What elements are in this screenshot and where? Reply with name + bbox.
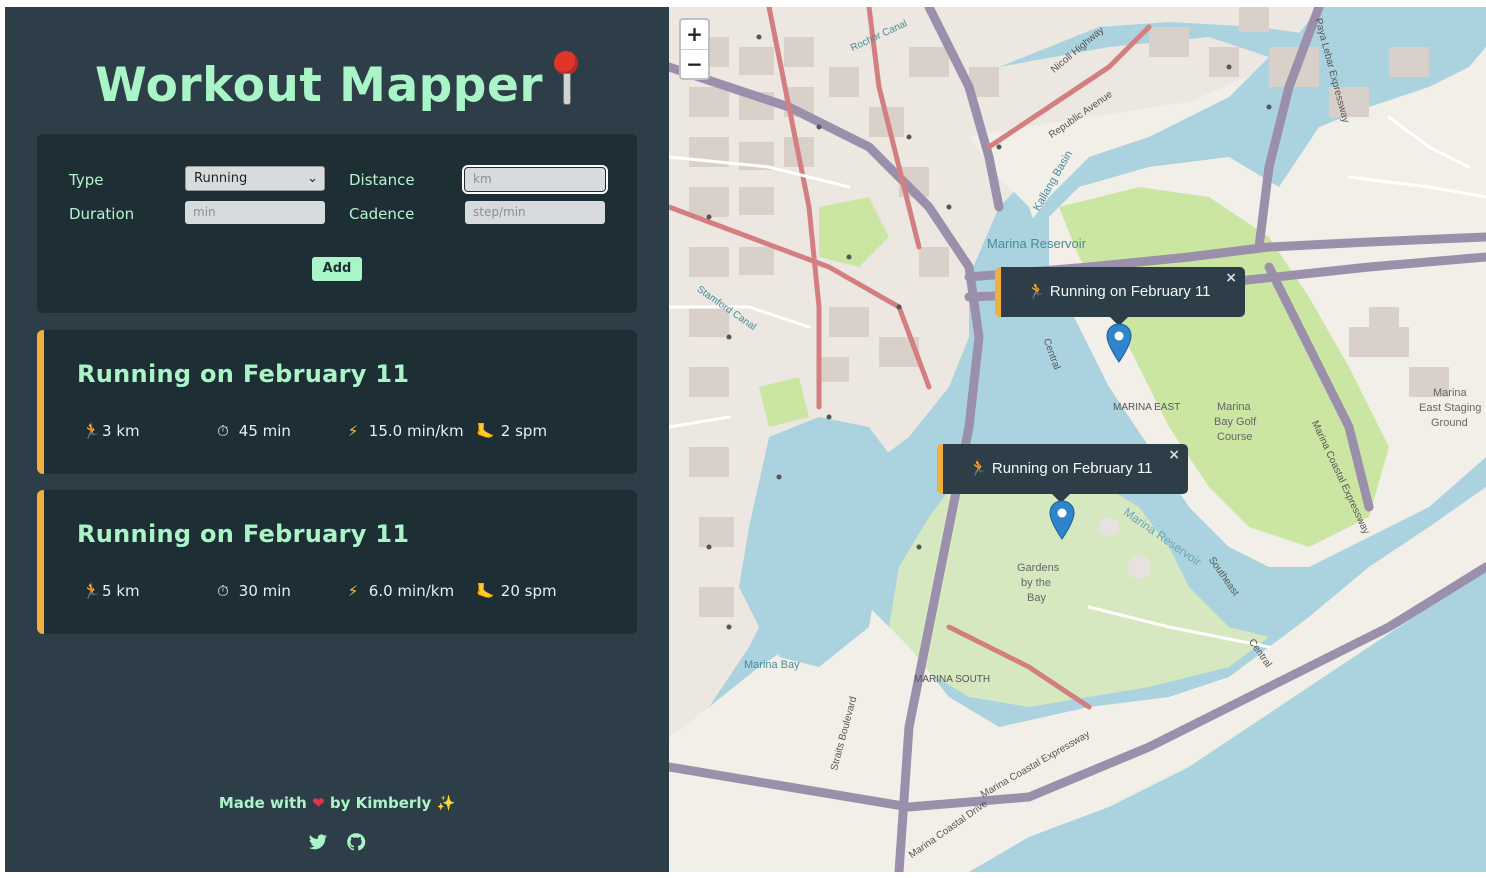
runner-icon: 🏃 <box>969 460 988 477</box>
map-label: MARINA EAST <box>1113 402 1181 413</box>
duration-input[interactable] <box>185 201 325 224</box>
add-button[interactable]: Add <box>312 257 362 281</box>
runner-icon: 🏃 <box>82 422 101 440</box>
twitter-icon[interactable] <box>308 832 328 852</box>
workout-distance: 🏃5 km <box>82 582 140 600</box>
workout-card[interactable]: Running on February 11 🏃3 km ⏱ 45 min ⚡ … <box>37 330 637 474</box>
close-icon[interactable]: × <box>1168 447 1180 463</box>
map-label: Bay <box>1027 592 1046 604</box>
map-marker-icon[interactable] <box>1106 323 1132 363</box>
type-select-value: Running <box>194 171 248 186</box>
workout-duration: ⏱ 30 min <box>214 582 291 600</box>
map-label: MARINA SOUTH <box>914 674 991 685</box>
popup-text: 🏃 Running on February 11 <box>1027 283 1211 300</box>
footprint-icon: 🦶 <box>476 582 495 600</box>
heart-icon: ❤ <box>312 794 325 812</box>
sidebar: Workout Mapper Type Running ⌄ Distance D… <box>5 7 669 872</box>
distance-input[interactable] <box>462 165 608 194</box>
app-logo: Workout Mapper <box>5 51 669 113</box>
map-label: Bay Golf <box>1214 416 1257 428</box>
workout-card[interactable]: Running on February 11 🏃5 km ⏱ 30 min ⚡ … <box>37 490 637 634</box>
workout-pace: ⚡ 6.0 min/km <box>344 582 454 600</box>
github-icon[interactable] <box>346 832 366 852</box>
lightning-icon: ⚡ <box>347 582 359 600</box>
lightning-icon: ⚡ <box>347 422 359 440</box>
workout-cadence: 🦶 2 spm <box>476 422 548 440</box>
sparkles-icon: ✨ <box>436 794 456 812</box>
popup-text: 🏃 Running on February 11 <box>969 460 1153 477</box>
distance-label: Distance <box>349 171 415 189</box>
duration-label: Duration <box>69 205 135 223</box>
workout-popup[interactable]: 🏃 Running on February 11 × <box>937 444 1188 503</box>
workout-duration: ⏱ 45 min <box>214 422 291 440</box>
workout-pace: ⚡ 15.0 min/km <box>344 422 464 440</box>
cadence-label: Cadence <box>349 205 415 223</box>
map[interactable]: Marina Reservoir MARINA EAST Marina Bay … <box>669 7 1486 872</box>
runner-icon: 🏃 <box>1027 283 1046 300</box>
zoom-control: + − <box>679 18 710 80</box>
workout-title: Running on February 11 <box>77 360 410 388</box>
map-label: Marina Bay <box>744 659 800 671</box>
map-label: Ground <box>1431 417 1468 429</box>
round-pushpin-icon <box>553 51 579 107</box>
map-label: Course <box>1217 431 1253 443</box>
footer-credit: Made with ❤ by Kimberly ✨ <box>218 794 456 812</box>
footprint-icon: 🦶 <box>476 422 495 440</box>
workout-distance: 🏃3 km <box>82 422 140 440</box>
close-icon[interactable]: × <box>1225 270 1237 286</box>
map-label: Marina <box>1433 387 1467 399</box>
map-label: by the <box>1021 577 1051 589</box>
type-select[interactable]: Running ⌄ <box>185 166 325 191</box>
workout-popup[interactable]: 🏃 Running on February 11 × <box>995 267 1245 326</box>
type-label: Type <box>69 171 104 189</box>
stopwatch-icon: ⏱ <box>217 582 229 600</box>
zoom-out-button[interactable]: − <box>681 49 708 79</box>
map-label: East Staging <box>1419 402 1482 414</box>
stopwatch-icon: ⏱ <box>217 422 229 440</box>
map-label: Marina Reservoir <box>987 236 1086 251</box>
runner-icon: 🏃 <box>82 582 101 600</box>
workout-form: Type Running ⌄ Distance Duration Cadence… <box>37 134 637 313</box>
workout-cadence: 🦶 20 spm <box>476 582 557 600</box>
map-label: Marina <box>1217 401 1251 413</box>
map-marker-icon[interactable] <box>1049 500 1075 540</box>
zoom-in-button[interactable]: + <box>681 20 708 49</box>
social-links <box>5 831 669 852</box>
app-title: Workout Mapper <box>94 58 544 113</box>
workout-title: Running on February 11 <box>77 520 410 548</box>
map-label: Gardens <box>1017 562 1060 574</box>
chevron-down-icon: ⌄ <box>307 171 318 186</box>
cadence-input[interactable] <box>465 201 605 224</box>
